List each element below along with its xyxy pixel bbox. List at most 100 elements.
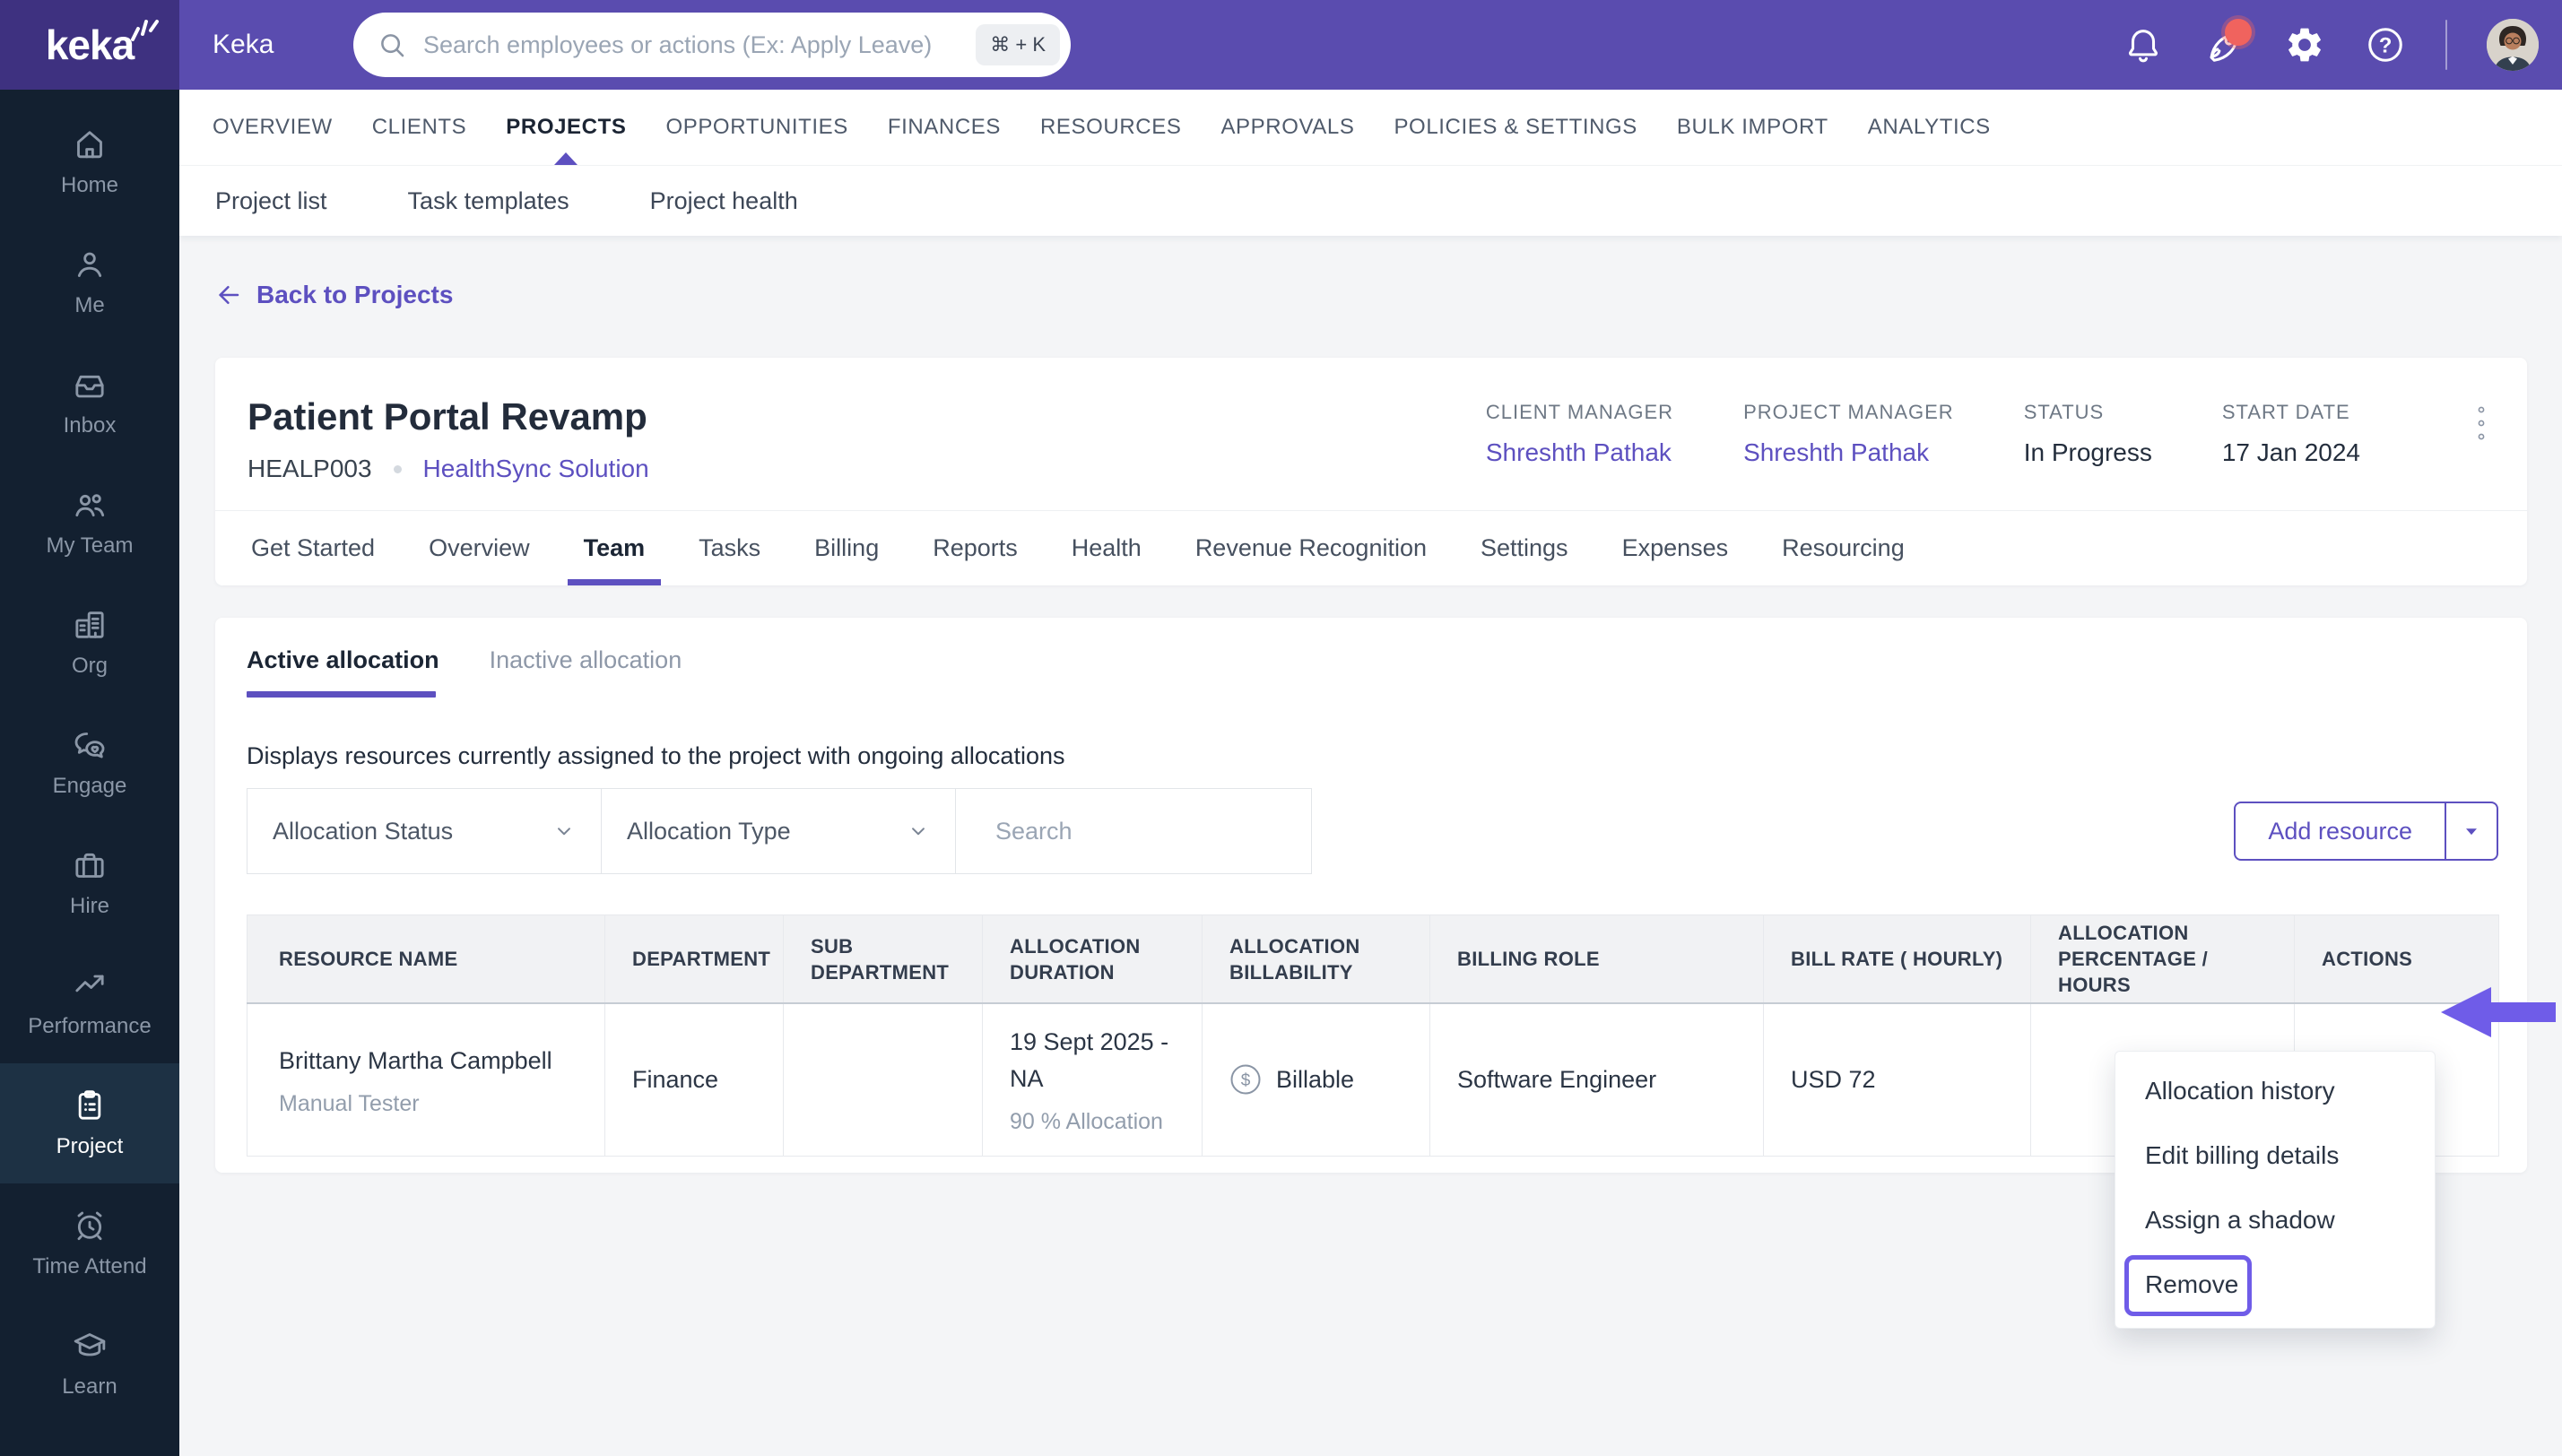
cell-allocation-billability: $ Billable bbox=[1202, 1002, 1430, 1157]
bell-icon[interactable] bbox=[2123, 24, 2164, 65]
meta-label: PROJECT MANAGER bbox=[1743, 401, 1954, 423]
status-value: In Progress bbox=[2023, 438, 2152, 466]
svg-text:?: ? bbox=[2379, 33, 2393, 57]
tab-overview[interactable]: Overview bbox=[429, 511, 530, 585]
nav-approvals[interactable]: APPROVALS bbox=[1220, 90, 1354, 165]
sidebar-item-time-attend[interactable]: Time Attend bbox=[0, 1183, 179, 1304]
add-resource-label[interactable]: Add resource bbox=[2236, 803, 2445, 859]
tab-expenses[interactable]: Expenses bbox=[1622, 511, 1729, 585]
help-icon[interactable]: ? bbox=[2365, 24, 2406, 65]
project-manager-link[interactable]: Shreshth Pathak bbox=[1743, 438, 1954, 467]
tab-get-started[interactable]: Get Started bbox=[251, 511, 375, 585]
allocation-status-select[interactable]: Allocation Status bbox=[248, 789, 602, 873]
duration-value: 19 Sept 2025 - NA bbox=[1010, 1028, 1169, 1092]
nav-policies-settings[interactable]: POLICIES & SETTINGS bbox=[1394, 90, 1637, 165]
sidebar-item-label: Engage bbox=[52, 774, 127, 798]
project-meta: CLIENT MANAGER Shreshth Pathak PROJECT M… bbox=[1486, 395, 2495, 467]
team-icon bbox=[72, 487, 108, 523]
tab-inactive-allocation[interactable]: Inactive allocation bbox=[490, 646, 682, 698]
add-resource-button: Add resource bbox=[2234, 802, 2498, 861]
meta-label: START DATE bbox=[2221, 401, 2350, 423]
nav-resources[interactable]: RESOURCES bbox=[1040, 90, 1181, 165]
user-avatar[interactable] bbox=[2487, 19, 2539, 71]
allocation-status-label: Allocation Status bbox=[273, 817, 454, 845]
sidebar-item-engage[interactable]: Engage bbox=[0, 703, 179, 823]
allocation-tabs: Active allocation Inactive allocation bbox=[247, 646, 2498, 698]
topbar: keka Keka ⌘ + K bbox=[0, 0, 2562, 90]
subnav-project-list[interactable]: Project list bbox=[215, 187, 327, 215]
sidebar-item-home[interactable]: Home bbox=[0, 102, 179, 222]
sidebar-item-me[interactable]: Me bbox=[0, 222, 179, 342]
meta-project-manager: PROJECT MANAGER Shreshth Pathak bbox=[1743, 401, 1954, 467]
nav-projects[interactable]: PROJECTS bbox=[506, 90, 626, 165]
nav-clients[interactable]: CLIENTS bbox=[372, 90, 467, 165]
tab-health[interactable]: Health bbox=[1072, 511, 1142, 585]
sidebar-item-hire[interactable]: Hire bbox=[0, 823, 179, 943]
global-search[interactable]: ⌘ + K bbox=[353, 13, 1071, 77]
app-label: Keka bbox=[213, 30, 274, 59]
nav-bulk-import[interactable]: BULK IMPORT bbox=[1677, 90, 1828, 165]
time-icon bbox=[72, 1208, 108, 1244]
subnav-project-health[interactable]: Project health bbox=[650, 187, 798, 215]
sidebar-item-project[interactable]: Project bbox=[0, 1063, 179, 1183]
search-icon bbox=[381, 34, 404, 57]
sidebar-item-my-team[interactable]: My Team bbox=[0, 463, 179, 583]
back-to-projects-link[interactable]: Back to Projects bbox=[215, 281, 453, 309]
tab-active-allocation[interactable]: Active allocation bbox=[247, 646, 439, 698]
col-actions: ACTIONS bbox=[2294, 914, 2499, 1005]
back-link-label: Back to Projects bbox=[256, 281, 454, 308]
col-allocation-billability: ALLOCATION BILLABILITY bbox=[1202, 914, 1430, 1005]
performance-icon bbox=[72, 967, 108, 1003]
cell-department: Finance bbox=[604, 1002, 784, 1157]
tab-reports[interactable]: Reports bbox=[933, 511, 1018, 585]
tab-tasks[interactable]: Tasks bbox=[699, 511, 760, 585]
col-allocation-percentage: ALLOCATION PERCENTAGE / HOURS bbox=[2030, 914, 2295, 1005]
add-resource-caret[interactable] bbox=[2445, 803, 2497, 859]
sidebar-item-label: Learn bbox=[62, 1374, 117, 1399]
org-icon bbox=[72, 607, 108, 643]
department-value: Finance bbox=[632, 1066, 719, 1094]
dollar-circle-icon: $ bbox=[1230, 1064, 1261, 1095]
sidebar-item-org[interactable]: Org bbox=[0, 583, 179, 703]
back-arrow-icon bbox=[219, 286, 239, 304]
chevron-down-icon bbox=[558, 828, 570, 836]
chevron-down-icon bbox=[912, 828, 925, 836]
client-manager-link[interactable]: Shreshth Pathak bbox=[1486, 438, 1673, 467]
project-tabs: Get Started Overview Team Tasks Billing … bbox=[215, 510, 2527, 585]
nav-finances[interactable]: FINANCES bbox=[888, 90, 1001, 165]
rocket-icon[interactable] bbox=[2203, 19, 2252, 65]
project-kebab-menu-icon[interactable] bbox=[2468, 401, 2495, 450]
allocation-value: 90 % Allocation bbox=[1010, 1109, 1163, 1135]
nav-opportunities[interactable]: OPPORTUNITIES bbox=[665, 90, 847, 165]
menu-item-remove[interactable]: Remove bbox=[2115, 1252, 2435, 1317]
user-icon bbox=[72, 247, 108, 282]
nav-overview[interactable]: OVERVIEW bbox=[213, 90, 333, 165]
briefcase-icon bbox=[72, 847, 108, 883]
menu-item-edit-billing-details[interactable]: Edit billing details bbox=[2115, 1123, 2435, 1188]
menu-item-allocation-history[interactable]: Allocation history bbox=[2115, 1059, 2435, 1123]
gear-icon[interactable] bbox=[2284, 24, 2325, 65]
tab-resourcing[interactable]: Resourcing bbox=[1782, 511, 1905, 585]
sidebar-item-learn[interactable]: Learn bbox=[0, 1304, 179, 1424]
sidebar-item-label: Inbox bbox=[63, 413, 117, 438]
nav-analytics[interactable]: ANALYTICS bbox=[1868, 90, 1991, 165]
menu-item-assign-a-shadow[interactable]: Assign a shadow bbox=[2115, 1188, 2435, 1252]
sidebar-item-label: Hire bbox=[69, 894, 109, 918]
tab-settings[interactable]: Settings bbox=[1481, 511, 1568, 585]
client-link[interactable]: HealthSync Solution bbox=[423, 455, 649, 483]
tab-revenue-recognition[interactable]: Revenue Recognition bbox=[1195, 511, 1427, 585]
meta-status: STATUS In Progress bbox=[2024, 401, 2152, 467]
sidebar-item-inbox[interactable]: Inbox bbox=[0, 342, 179, 463]
tab-team[interactable]: Team bbox=[567, 511, 661, 585]
resource-search[interactable] bbox=[956, 789, 1313, 873]
allocation-type-select[interactable]: Allocation Type bbox=[602, 789, 956, 873]
sidebar-item-performance[interactable]: Performance bbox=[0, 943, 179, 1063]
sidebar-item-label: Project bbox=[56, 1134, 124, 1158]
svg-text:$: $ bbox=[1241, 1071, 1251, 1090]
subnav-task-templates[interactable]: Task templates bbox=[408, 187, 569, 215]
keka-logo-text: keka bbox=[45, 22, 135, 68]
resource-search-input[interactable] bbox=[995, 817, 1313, 845]
global-search-input[interactable] bbox=[423, 30, 977, 59]
tab-billing[interactable]: Billing bbox=[814, 511, 879, 585]
keka-logo[interactable]: keka bbox=[0, 0, 179, 90]
